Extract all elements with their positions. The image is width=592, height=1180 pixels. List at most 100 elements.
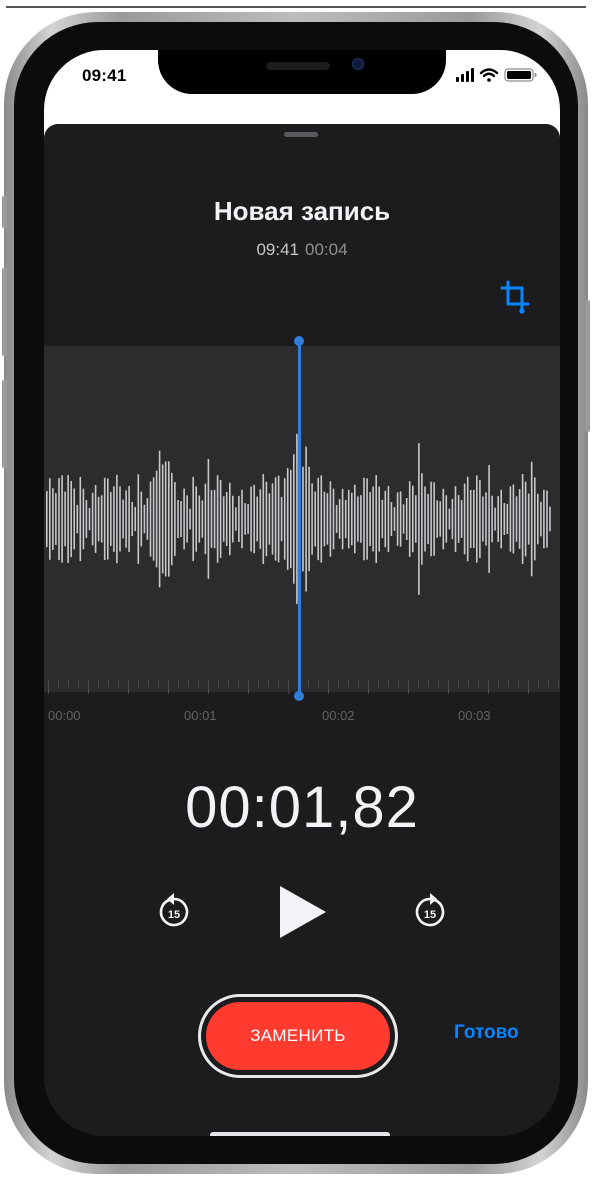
waveform-bar xyxy=(491,495,493,543)
waveform-bar xyxy=(91,492,94,546)
playhead-top-handle[interactable] xyxy=(294,336,304,346)
waveform-bar xyxy=(433,482,435,556)
skip-forward-15-icon[interactable]: 15 xyxy=(410,892,450,932)
playhead[interactable] xyxy=(298,340,301,698)
waveform-bar xyxy=(137,474,140,564)
waveform-bar xyxy=(238,495,240,542)
timeline-tick xyxy=(148,680,149,687)
waveform-bar xyxy=(61,475,63,563)
waveform-bar xyxy=(354,484,356,554)
waveform-bar xyxy=(244,503,246,535)
skip-back-seconds: 15 xyxy=(168,909,180,921)
waveform-bar xyxy=(515,496,518,542)
recording-title[interactable]: Новая запись xyxy=(44,196,560,227)
timeline-tick xyxy=(78,680,79,687)
waveform-bar xyxy=(399,491,402,547)
waveform-bar xyxy=(473,489,475,549)
timeline-tick xyxy=(438,680,439,687)
waveform-bar xyxy=(320,475,323,563)
timeline-tick xyxy=(558,680,559,687)
waveform-bar xyxy=(338,499,341,539)
waveform-bar xyxy=(381,499,384,539)
waveform-bar xyxy=(79,476,82,562)
waveform-bar xyxy=(521,474,524,564)
waveform-bar xyxy=(280,496,283,542)
signal-icon xyxy=(456,68,474,82)
timeline-label: 00:01 xyxy=(184,708,217,723)
notch xyxy=(158,50,446,94)
waveform-bar xyxy=(412,485,414,553)
waveform-bar xyxy=(534,477,536,561)
waveform-bar xyxy=(128,485,130,553)
waveform-bar xyxy=(302,466,304,572)
sheet-grabber[interactable] xyxy=(284,132,318,137)
timeline-tick xyxy=(278,680,279,687)
timeline-tick xyxy=(208,680,209,694)
waveform-bar xyxy=(421,473,423,565)
waveform-bar xyxy=(506,503,509,535)
waveform-bar xyxy=(119,486,121,552)
timeline-tick xyxy=(198,680,199,687)
waveform-bar xyxy=(113,486,115,552)
skip-back-15-icon[interactable]: 15 xyxy=(154,892,194,932)
waveform-bar xyxy=(210,490,213,548)
waveform-bar xyxy=(378,486,380,552)
replace-button[interactable]: ЗАМЕНИТЬ xyxy=(206,1002,390,1070)
waveform-bar xyxy=(469,489,472,548)
waveform-bar xyxy=(402,504,405,534)
waveform-bar xyxy=(76,504,79,534)
skip-forward-seconds: 15 xyxy=(424,909,436,921)
waveform-bar xyxy=(430,481,432,557)
waveform-bar xyxy=(85,500,88,538)
waveform-bar xyxy=(107,478,109,560)
waveform-bar xyxy=(189,508,191,530)
waveform-bar xyxy=(265,481,268,557)
timeline-tick xyxy=(48,680,49,694)
waveform-bar xyxy=(168,461,170,577)
waveform-bar xyxy=(351,492,353,546)
waveform-bar xyxy=(384,490,387,548)
timeline-tick xyxy=(338,680,339,687)
waveform-bar xyxy=(171,472,173,566)
waveform-bar xyxy=(174,482,176,556)
waveform-bar xyxy=(241,489,243,549)
timeline-tick xyxy=(448,680,449,694)
waveform-bar xyxy=(204,483,207,555)
waveform-bar xyxy=(183,488,185,550)
mute-switch xyxy=(2,196,7,228)
waveform-bar xyxy=(55,493,57,545)
crop-icon[interactable] xyxy=(500,280,530,316)
waveform-bar xyxy=(527,493,530,545)
status-icons xyxy=(456,68,537,82)
waveform-bar xyxy=(161,464,164,574)
waveform-bar xyxy=(46,491,48,547)
waveform-bar xyxy=(476,475,478,563)
timeline-tick xyxy=(378,680,379,687)
waveform-bar xyxy=(286,468,289,570)
speaker-grille xyxy=(266,62,330,70)
timeline-tick xyxy=(488,680,489,694)
waveform-bar xyxy=(479,480,481,558)
waveform-bar xyxy=(305,446,307,592)
timeline-tick xyxy=(328,680,329,694)
waveform-bar xyxy=(271,483,274,555)
waveform-bar xyxy=(375,475,377,563)
waveform-bar xyxy=(110,492,112,546)
playhead-bottom-handle[interactable] xyxy=(294,691,304,701)
home-indicator[interactable] xyxy=(210,1132,390,1136)
timeline-tick xyxy=(178,680,179,687)
timeline-tick xyxy=(468,680,469,687)
play-icon[interactable] xyxy=(276,884,328,940)
waveform-bar xyxy=(439,501,441,537)
waveform-bar xyxy=(192,476,194,562)
waveform-bar xyxy=(146,498,149,540)
done-button[interactable]: Готово xyxy=(454,1022,519,1044)
waveform-bar xyxy=(82,488,85,550)
waveform[interactable] xyxy=(44,346,560,692)
timeline-tick xyxy=(188,680,189,687)
waveform-bar xyxy=(143,504,146,534)
waveform-bar xyxy=(58,478,60,560)
timeline-tick xyxy=(398,680,399,687)
timeline-tick xyxy=(308,680,309,687)
waveform-bar xyxy=(445,495,448,543)
